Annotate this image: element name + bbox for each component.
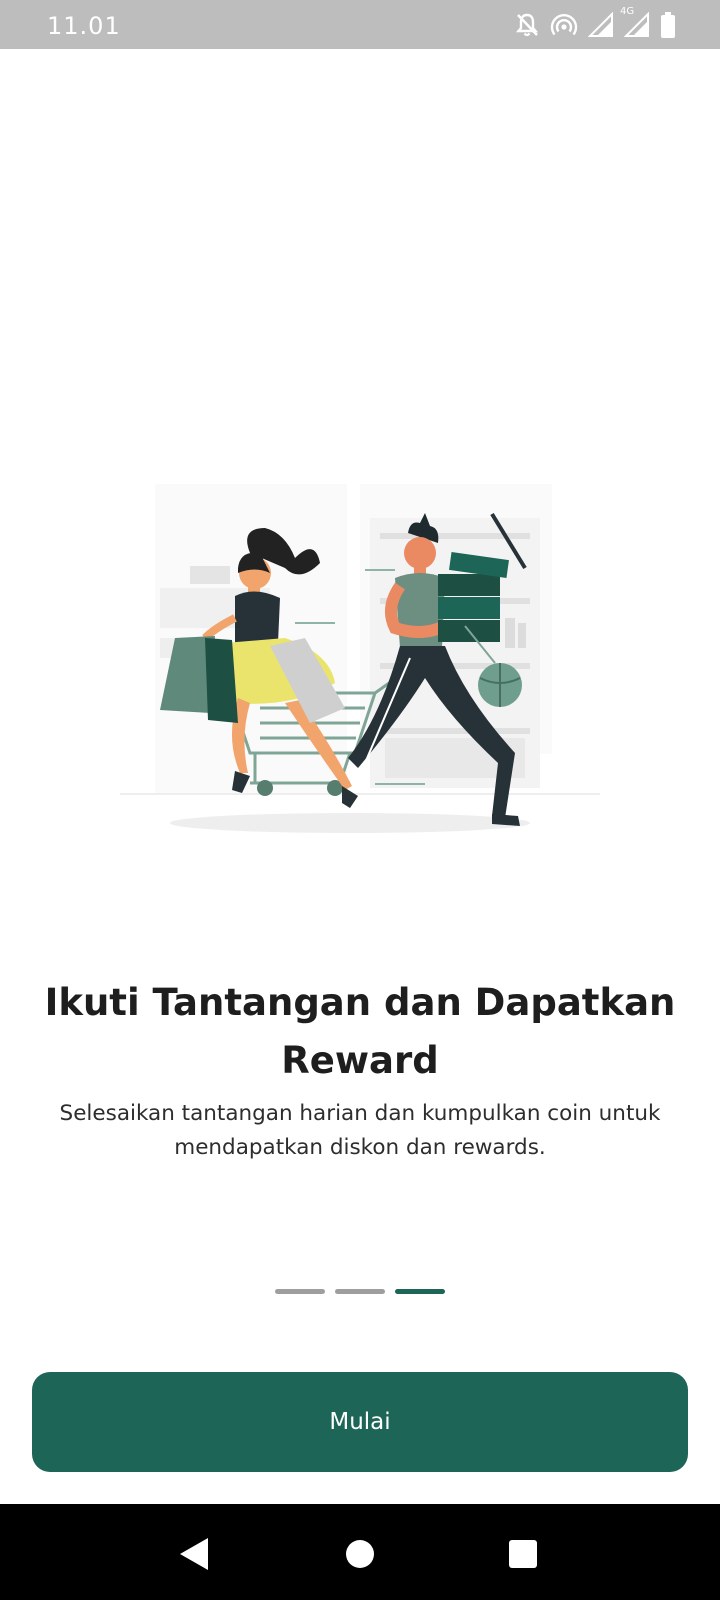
page-indicator-dot-1: [275, 1289, 325, 1294]
page-indicator-dot-2: [335, 1289, 385, 1294]
signal-4g-icon: 4G: [620, 6, 650, 38]
page-indicator-dot-3-active: [395, 1289, 445, 1294]
start-button[interactable]: Mulai: [32, 1372, 688, 1472]
recents-icon[interactable]: [503, 1534, 543, 1574]
shopping-couple-illustration: [120, 478, 600, 848]
status-icons: 4G: [514, 6, 676, 40]
status-time: 11.01: [47, 12, 121, 40]
hotspot-icon: [550, 12, 578, 38]
network-type-label: 4G: [620, 6, 635, 17]
navigation-bar: [0, 1504, 720, 1600]
page-indicator: [275, 1289, 445, 1294]
back-icon[interactable]: [174, 1534, 214, 1574]
battery-icon: [660, 11, 676, 39]
notifications-off-icon: [514, 12, 540, 38]
home-icon[interactable]: [340, 1534, 380, 1574]
status-bar: 11.01 4G: [0, 0, 720, 49]
signal-icon: [588, 12, 614, 38]
onboarding-title: Ikuti Tantangan dan Dapatkan Reward: [44, 981, 676, 1082]
onboarding-subtitle: Selesaikan tantangan harian dan kumpulka…: [59, 1101, 661, 1160]
